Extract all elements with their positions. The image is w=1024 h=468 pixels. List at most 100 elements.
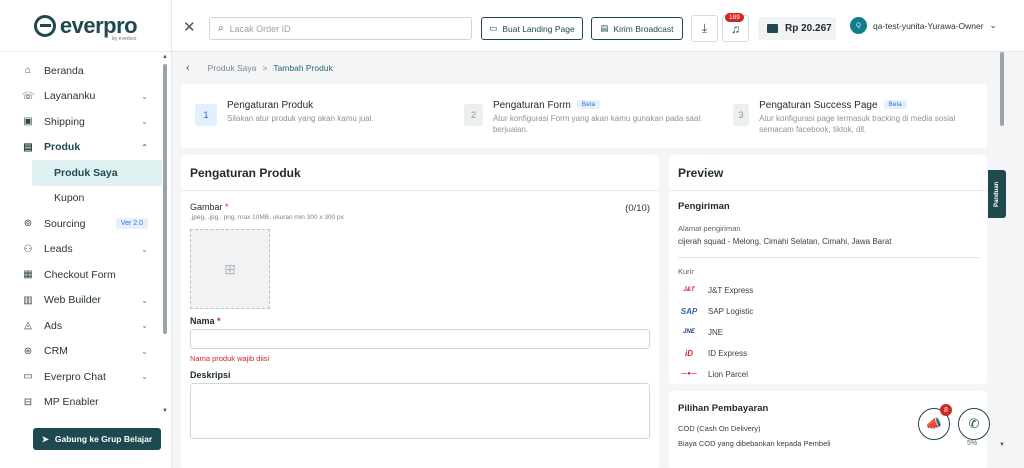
- sidebar-item-label: Beranda: [44, 64, 84, 77]
- name-error: Nama produk wajib diisi: [190, 354, 270, 363]
- sidebar-scrollbar[interactable]: ▲ ▼: [162, 54, 168, 416]
- breadcrumb: ‹ Produk Saya > Tambah Produk: [186, 62, 333, 74]
- notification-count: 189: [725, 13, 744, 22]
- wallet-icon: [767, 24, 778, 33]
- sidebar-item-label: Checkout Form: [44, 268, 116, 281]
- preview-shipping-card: Preview Pengiriman Alamat pengiriman cij…: [669, 155, 987, 384]
- breadcrumb-parent[interactable]: Produk Saya: [208, 63, 257, 73]
- courier-item: SAP SAP Logistic: [678, 306, 753, 316]
- download-button[interactable]: ⤓: [691, 15, 718, 42]
- sidebar-item-checkout-form[interactable]: ▦ Checkout Form: [0, 262, 162, 288]
- sidebar-item-layananku[interactable]: ☏ Layananku ⌄: [0, 84, 162, 110]
- sidebar-item-produk[interactable]: ▤ Produk ⌃: [0, 135, 162, 161]
- cod-percent: 5%: [967, 440, 978, 447]
- sidebar-item-shipping[interactable]: ▣ Shipping ⌄: [0, 109, 162, 135]
- user-menu[interactable]: Q qa-test-yunita-Yurawa-Owner ⌄: [850, 17, 997, 34]
- scroll-down-icon[interactable]: ▼: [999, 442, 1005, 448]
- broadcast-button[interactable]: ▤ Kirim Broadcast: [591, 17, 683, 40]
- landing-page-icon: ▭: [489, 23, 498, 33]
- step-1[interactable]: 1 Pengaturan Produk Silakan atur produk y…: [195, 100, 445, 126]
- sidebar-item-web-builder[interactable]: ▥ Web Builder ⌄: [0, 288, 162, 314]
- people-icon: ⚇: [23, 243, 33, 255]
- everpro-logo-icon: [33, 14, 56, 37]
- payment-heading: Pilihan Pembayaran: [678, 403, 769, 414]
- sidebar-item-label: Kupon: [54, 192, 85, 205]
- join-group-button[interactable]: ➤ Gabung ke Grup Belajar: [33, 428, 161, 450]
- sidebar-item-leads[interactable]: ⚇ Leads ⌄: [0, 237, 162, 263]
- scroll-down-icon[interactable]: ▼: [162, 408, 168, 414]
- close-icon[interactable]: ✕: [183, 18, 196, 36]
- scroll-up-icon[interactable]: ▲: [162, 54, 168, 60]
- step-desc: Atur konfigurasi page termasuk tracking …: [759, 114, 956, 134]
- phone-icon: ☏: [22, 90, 35, 102]
- sidebar-item-mp-enabler[interactable]: ⊟ MP Enabler: [0, 390, 162, 416]
- sidebar-item-sourcing[interactable]: ⊚ Sourcing Ver 2.0: [0, 211, 162, 237]
- box-icon: ▤: [23, 141, 33, 153]
- panel-title: Pengaturan Produk: [181, 155, 659, 191]
- step-desc: Atur konfigurasi Form yang akan kamu gun…: [492, 114, 701, 134]
- brand-logo[interactable]: everpro by everbox: [0, 0, 171, 52]
- page-scrollbar[interactable]: [1000, 52, 1006, 468]
- cod-title: COD (Cash On Delivery): [678, 424, 761, 433]
- search-input[interactable]: [229, 23, 430, 34]
- image-counter: (0/10): [625, 203, 650, 214]
- image-hint: .jpeg, .jpg, .png, max 10MB, ukuran min …: [190, 214, 344, 221]
- brand-name: everpro: [59, 12, 138, 38]
- broadcast-label: Kirim Broadcast: [613, 23, 674, 34]
- address-text: cijerah squad - Melong, Cimahi Selatan, …: [678, 237, 892, 246]
- image-upload[interactable]: ⊞: [190, 229, 270, 309]
- landing-page-label: Buat Landing Page: [502, 23, 575, 34]
- whatsapp-button[interactable]: ✆: [958, 408, 990, 440]
- sidebar-item-label: Shipping: [44, 115, 85, 128]
- step-3[interactable]: 3 Pengaturan Success Page Beta Atur konfig…: [733, 100, 983, 136]
- courier-label: Kurir: [678, 267, 694, 276]
- guide-tab[interactable]: Panduan: [988, 170, 1006, 218]
- name-label: Nama *: [190, 316, 221, 326]
- search-box[interactable]: ⌕: [209, 17, 472, 40]
- cod-desc: Biaya COD yang dibebankan kepada Pembeli: [678, 439, 831, 448]
- jne-logo-icon: JNE: [683, 329, 695, 335]
- sidebar-item-beranda[interactable]: ⌂ Beranda: [0, 58, 162, 84]
- avatar: Q: [850, 17, 867, 34]
- sidebar-item-crm[interactable]: ⊛ CRM ⌄: [0, 339, 162, 365]
- back-icon[interactable]: ‹: [186, 62, 190, 74]
- sidebar-item-label: Sourcing: [44, 217, 86, 230]
- sap-logo-icon: SAP: [680, 306, 698, 316]
- lionparcel-logo-icon: —●—: [681, 371, 697, 377]
- sidebar-item-produk-saya[interactable]: Produk Saya: [32, 160, 162, 186]
- step-title: Pengaturan Produk: [227, 100, 314, 111]
- courier-item: iD ID Express: [678, 348, 747, 358]
- sidebar-item-label: Produk: [44, 141, 81, 154]
- sidebar-item-label: Web Builder: [44, 294, 102, 307]
- name-field[interactable]: [190, 329, 650, 349]
- join-group-label: Gabung ke Grup Belajar: [54, 434, 153, 444]
- courier-item: J&T J&T Express: [678, 285, 753, 295]
- chevron-down-icon: ⌄: [141, 346, 148, 356]
- shipping-heading: Pengiriman: [678, 201, 730, 212]
- scrollbar-thumb[interactable]: [163, 64, 167, 334]
- send-icon: ➤: [41, 433, 49, 444]
- brand-sub: by everbox: [112, 36, 137, 42]
- step-indicator: 1 Pengaturan Produk Silakan atur produk y…: [181, 84, 987, 148]
- broadcast-icon: ▤: [600, 23, 609, 33]
- name-input[interactable]: [191, 330, 649, 348]
- courier-item: JNE JNE: [678, 327, 723, 337]
- beta-badge: Beta: [883, 100, 907, 109]
- balance-display[interactable]: Rp 20.267: [758, 17, 836, 40]
- step-number: 2: [464, 104, 483, 126]
- step-2[interactable]: 2 Pengaturan Form Beta Atur konfigurasi Fo…: [464, 100, 704, 136]
- landing-page-button[interactable]: ▭ Buat Landing Page: [481, 17, 583, 40]
- chevron-down-icon: ⌄: [141, 117, 148, 127]
- sidebar-item-everpro-chat[interactable]: ▭ Everpro Chat ⌄: [0, 364, 162, 390]
- description-label: Deskripsi: [190, 370, 231, 380]
- sidebar-item-ads[interactable]: ◬ Ads ⌄: [0, 313, 162, 339]
- scrollbar-thumb[interactable]: [1000, 52, 1004, 126]
- step-number: 3: [733, 104, 750, 126]
- megaphone-icon: ◬: [24, 320, 32, 332]
- description-field[interactable]: [190, 383, 650, 439]
- sidebar-item-kupon[interactable]: Kupon: [0, 186, 162, 212]
- sidebar-nav: ⌂ Beranda ☏ Layananku ⌄ ▣ Shipping ⌄ ▤ Produk ⌃…: [0, 58, 162, 415]
- announcement-count: 8: [940, 404, 952, 416]
- sidebar-item-label: Produk Saya: [54, 166, 118, 179]
- divider: [678, 257, 979, 258]
